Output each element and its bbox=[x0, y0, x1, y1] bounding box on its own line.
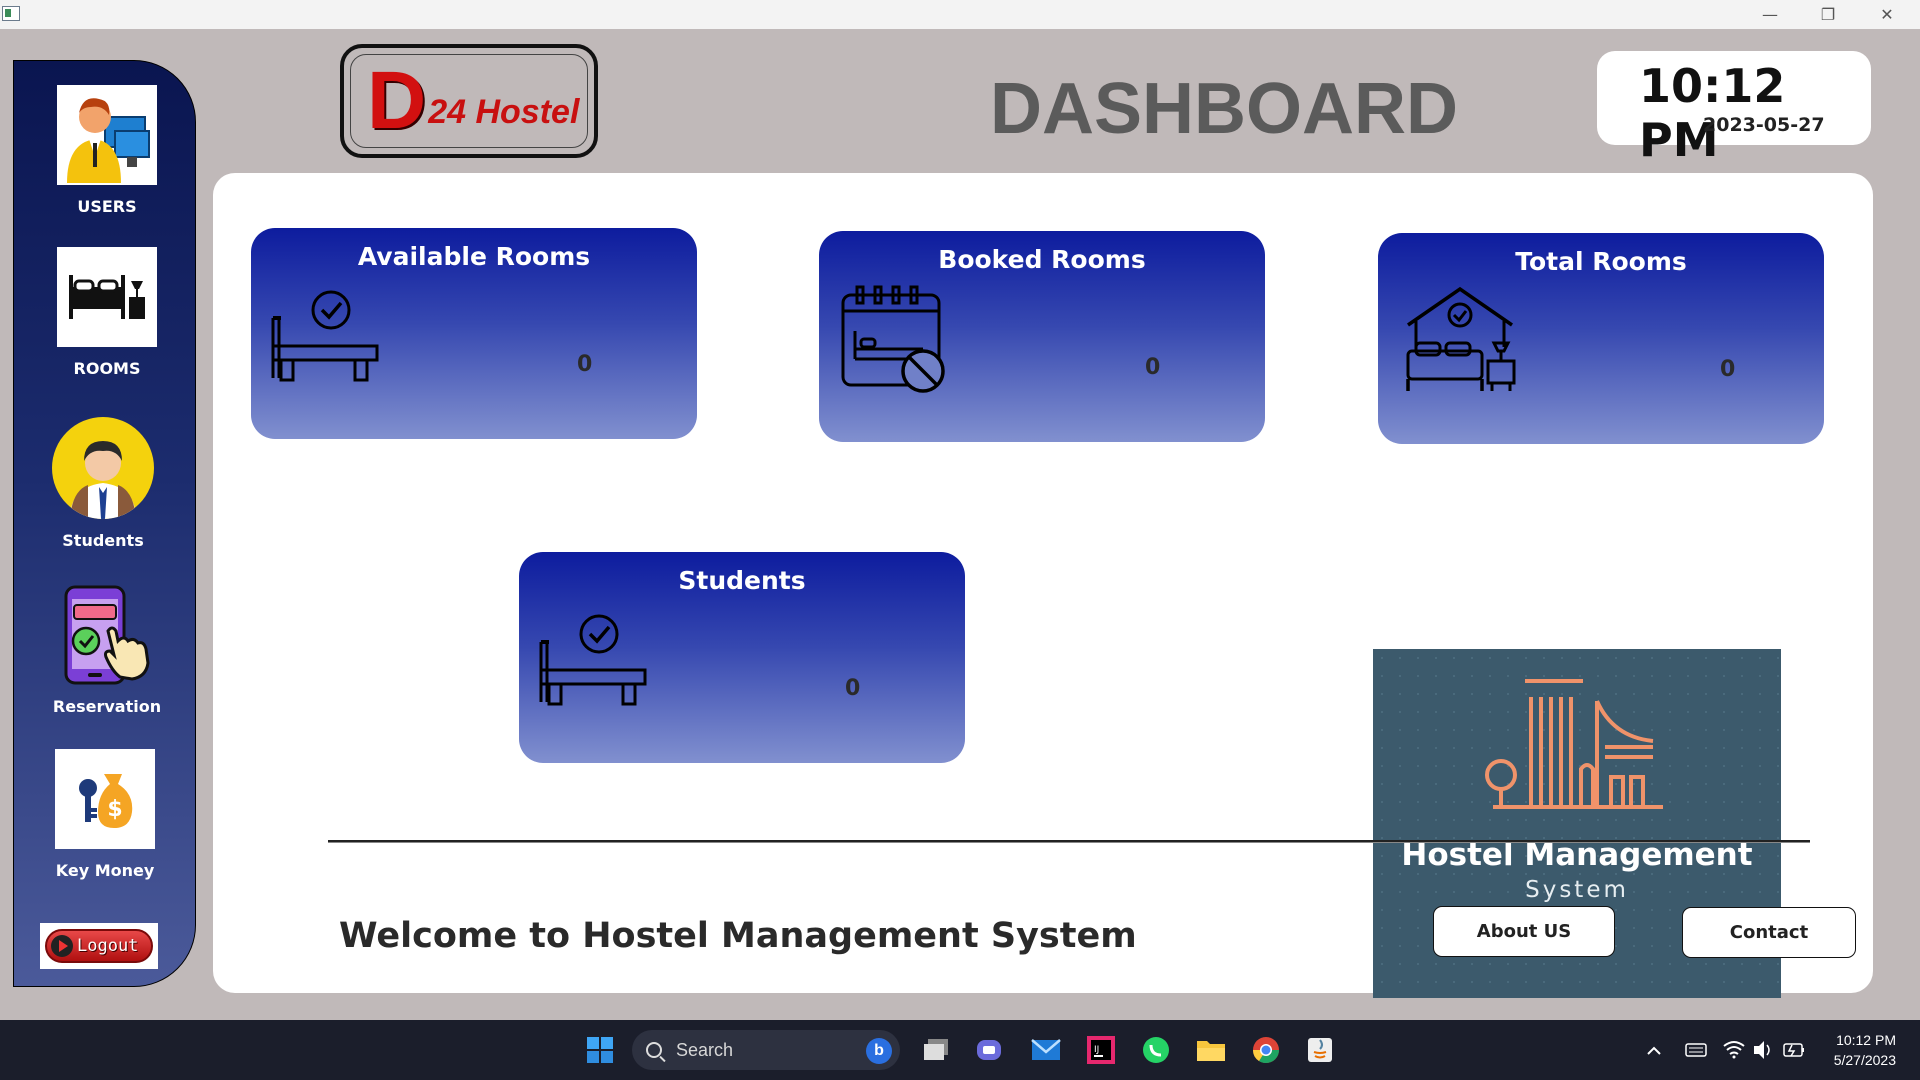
sidebar-nav: USERS ROOMS Students Reservation $ Key M… bbox=[13, 60, 196, 987]
bed-check-icon bbox=[271, 290, 379, 382]
taskbar-date: 5/27/2023 bbox=[1833, 1052, 1896, 1068]
page-title: DASHBOARD bbox=[990, 69, 1458, 149]
taskbar-clock[interactable]: 10:12 PM 5/27/2023 bbox=[1834, 1030, 1896, 1070]
window-title-bar: — ❐ ✕ bbox=[0, 0, 1920, 29]
keyboard-icon[interactable] bbox=[1684, 1020, 1708, 1080]
taskbar-search[interactable]: Search b bbox=[632, 1030, 900, 1070]
os-taskbar: Search b IJ 10:12 PM 5/27/2023 bbox=[0, 1020, 1920, 1080]
battery-icon[interactable] bbox=[1782, 1020, 1806, 1080]
close-window-button[interactable]: ✕ bbox=[1864, 0, 1910, 29]
search-icon bbox=[646, 1042, 662, 1058]
search-placeholder: Search bbox=[676, 1039, 734, 1060]
building-logo-icon bbox=[1485, 679, 1663, 809]
start-icon[interactable] bbox=[584, 1034, 616, 1066]
whatsapp-icon[interactable] bbox=[1140, 1034, 1172, 1066]
bed-room-icon[interactable] bbox=[57, 247, 157, 347]
logout-label: Logout bbox=[77, 936, 139, 956]
logo-letter: D bbox=[367, 55, 427, 146]
intellij-icon[interactable]: IJ bbox=[1085, 1034, 1117, 1066]
restore-button[interactable]: ❐ bbox=[1805, 0, 1851, 29]
sidebar-item-users[interactable]: USERS bbox=[42, 85, 172, 216]
bed-check-icon bbox=[539, 614, 647, 706]
bing-icon[interactable]: b bbox=[866, 1038, 892, 1064]
house-bed-icon bbox=[1406, 286, 1516, 391]
sidebar-item-label: Key Money bbox=[55, 861, 155, 880]
brand-subtitle: System bbox=[1525, 877, 1629, 903]
logout-button[interactable]: Logout bbox=[40, 923, 158, 969]
reservation-phone-icon[interactable] bbox=[52, 585, 162, 685]
sidebar-item-label: USERS bbox=[77, 197, 137, 216]
card-title: Students bbox=[678, 566, 806, 595]
header-clock: 10:12 PM 2023-05-27 bbox=[1597, 51, 1871, 167]
contact-button[interactable]: Contact bbox=[1682, 907, 1856, 958]
students-card[interactable]: Students 0 bbox=[519, 552, 965, 763]
card-value: 0 bbox=[577, 352, 593, 377]
users-icon[interactable] bbox=[57, 85, 157, 185]
divider-line bbox=[328, 840, 1810, 843]
teams-chat-icon[interactable] bbox=[974, 1034, 1006, 1066]
mail-icon[interactable] bbox=[1030, 1034, 1062, 1066]
taskbar-time: 10:12 PM bbox=[1836, 1032, 1896, 1048]
play-icon bbox=[51, 935, 73, 957]
card-title: Total Rooms bbox=[1515, 247, 1687, 276]
clock-date: 2023-05-27 bbox=[1703, 114, 1825, 136]
key-money-icon[interactable]: $ bbox=[55, 749, 155, 849]
sidebar-item-reservation[interactable]: Reservation bbox=[42, 585, 172, 716]
sidebar-item-students[interactable]: Students bbox=[38, 417, 168, 550]
logo-text: 24 Hostel bbox=[428, 92, 580, 131]
app-window-icon bbox=[2, 6, 20, 21]
sidebar-item-label: Reservation bbox=[52, 697, 162, 716]
minimize-button[interactable]: — bbox=[1747, 0, 1793, 29]
welcome-message: Welcome to Hostel Management System bbox=[339, 916, 1137, 956]
chrome-icon[interactable] bbox=[1250, 1034, 1282, 1066]
wifi-icon[interactable] bbox=[1722, 1020, 1746, 1080]
main-panel: Available Rooms 0 Booked Rooms 0 Total R… bbox=[213, 173, 1873, 998]
sidebar-item-key-money[interactable]: $ Key Money bbox=[40, 749, 170, 880]
file-explorer-icon[interactable] bbox=[1195, 1034, 1227, 1066]
card-value: 0 bbox=[1145, 355, 1161, 380]
calendar-bed-blocked-icon bbox=[841, 285, 945, 393]
svg-text:$: $ bbox=[107, 797, 122, 822]
booked-rooms-card[interactable]: Booked Rooms 0 bbox=[819, 231, 1265, 442]
java-app-icon[interactable] bbox=[1304, 1034, 1336, 1066]
card-title: Booked Rooms bbox=[938, 245, 1146, 274]
available-rooms-card[interactable]: Available Rooms 0 bbox=[251, 228, 697, 439]
student-avatar-icon[interactable] bbox=[52, 417, 154, 519]
sidebar-item-rooms[interactable]: ROOMS bbox=[42, 247, 172, 378]
card-value: 0 bbox=[845, 676, 861, 701]
sidebar-item-label: Students bbox=[62, 531, 144, 550]
logout-pill[interactable]: Logout bbox=[45, 929, 153, 963]
total-rooms-card[interactable]: Total Rooms 0 bbox=[1378, 233, 1824, 444]
svg-text:IJ: IJ bbox=[1094, 1045, 1099, 1055]
card-value: 0 bbox=[1720, 357, 1736, 382]
tray-chevron-icon[interactable] bbox=[1644, 1020, 1664, 1080]
volume-icon[interactable] bbox=[1752, 1020, 1774, 1080]
card-title: Available Rooms bbox=[357, 242, 591, 271]
app-logo: D 24 Hostel bbox=[340, 44, 598, 158]
clock-time: 10:12 PM bbox=[1639, 59, 1786, 167]
task-view-icon[interactable] bbox=[920, 1034, 952, 1066]
about-us-button[interactable]: About US bbox=[1433, 906, 1615, 957]
sidebar-item-label: ROOMS bbox=[73, 359, 141, 378]
